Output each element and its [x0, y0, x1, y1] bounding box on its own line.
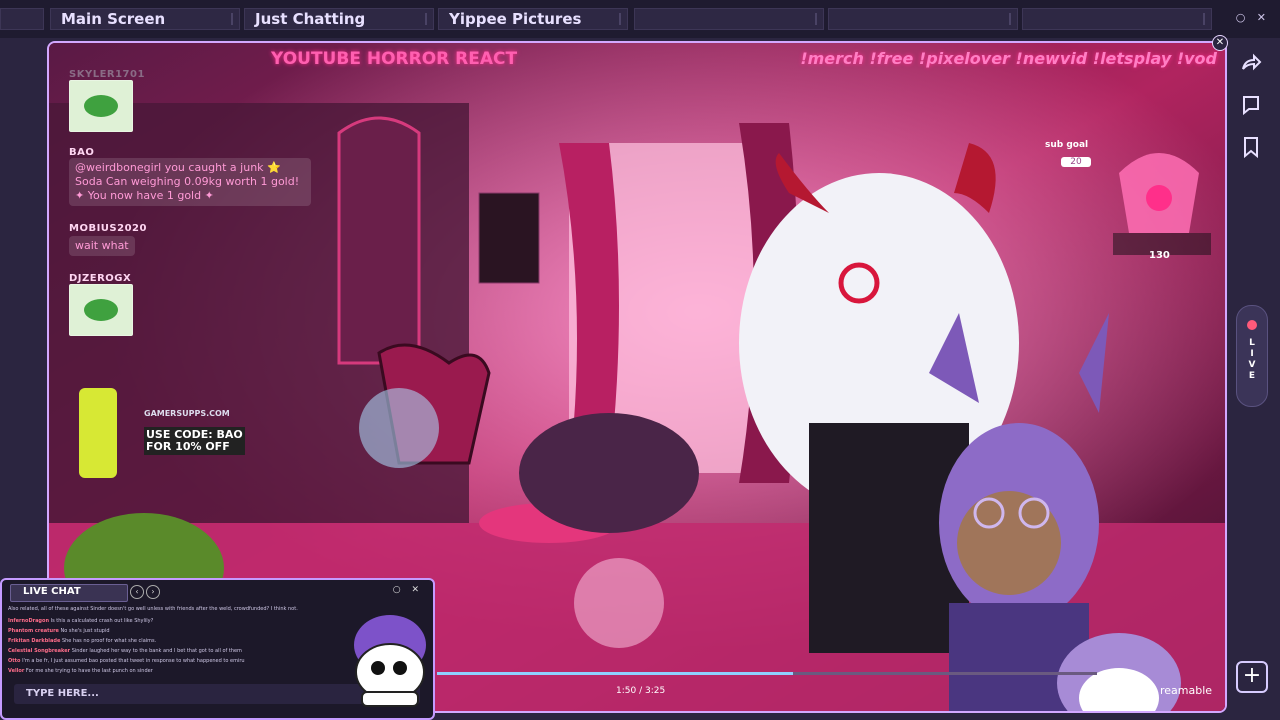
overlay-chat-item: DJZEROGX [69, 273, 133, 336]
sub-goal-value: 20 [1061, 157, 1091, 167]
tab-main-screen[interactable]: Main Screen [50, 8, 240, 30]
tab-yippee-pictures[interactable]: Yippee Pictures [438, 8, 628, 30]
stream-title: YOUTUBE HORROR REACT [271, 49, 518, 69]
tab-separator [619, 13, 621, 25]
chat-message: Frikitan Darkblade She has no proof for … [8, 638, 157, 644]
chat-message: Vellor For me she trying to have the las… [8, 668, 153, 674]
sponsor-promo: GAMERSUPPS.COM USE CODE: BAO FOR 10% OFF [69, 373, 249, 473]
tab-label: Main Screen [61, 10, 166, 28]
chat-message: @weirdbonegirl you caught a junk ⭐ Soda … [69, 158, 311, 206]
sponsor-brand: GAMERSUPPS.COM [144, 409, 230, 418]
tab-separator [231, 13, 233, 25]
tab-empty-5[interactable] [828, 8, 1018, 30]
tab-separator [425, 13, 427, 25]
tab-label: Just Chatting [255, 10, 366, 28]
chat-window-controls[interactable]: ○ ✕ [393, 585, 423, 595]
video-brand: reamable [1160, 684, 1213, 697]
frog-emote-icon [69, 284, 133, 336]
tab-empty-6[interactable] [1022, 8, 1212, 30]
overlay-chat-item: SKYLER1701 [69, 69, 145, 132]
video-progress-fill [437, 672, 794, 675]
chat-username: SKYLER1701 [69, 69, 145, 80]
live-label: LIVE [1248, 338, 1256, 381]
overlay-chat-item: MOBIUS2020 wait what [69, 223, 147, 256]
shell-counter: 130 [1149, 250, 1170, 261]
chat-username: MOBIUS2020 [69, 223, 147, 234]
mascot-icon [354, 615, 426, 707]
chat-message: wait what [69, 236, 135, 256]
tab-separator [1203, 13, 1205, 25]
promo-code: USE CODE: BAO FOR 10% OFF [144, 427, 245, 455]
chevron-right-icon[interactable]: › [146, 585, 160, 599]
live-dot-icon [1247, 320, 1257, 330]
tab-just-chatting[interactable]: Just Chatting [244, 8, 434, 30]
tab-separator [1009, 13, 1011, 25]
tab-empty-4[interactable] [634, 8, 824, 30]
chat-username: BAO [69, 147, 95, 158]
promo-offer-text: FOR 10% OFF [146, 440, 230, 453]
overlay-chat-item: BAO @weirdbonegirl you caught a junk ⭐ S… [69, 147, 311, 206]
top-tab-bar: Main Screen Just Chatting Yippee Picture… [0, 0, 1280, 38]
live-badge: LIVE [1236, 305, 1268, 407]
sub-goal-label: sub goal [1045, 140, 1089, 150]
chevron-left-icon[interactable]: ‹ [130, 585, 144, 599]
video-time: 1:50 / 3:25 [616, 686, 666, 696]
bookmark-icon[interactable] [1236, 132, 1266, 162]
chat-message: InfernoDragon Is this a calculated crash… [8, 618, 154, 624]
video-progress-bar[interactable] [437, 672, 1097, 675]
chat-username: DJZEROGX [69, 273, 132, 284]
bubble-icon[interactable] [1236, 90, 1266, 120]
window-controls[interactable]: ○ ✕ [1236, 11, 1270, 24]
chat-commands: !merch !free !pixelover !newvid !letspla… [800, 49, 1217, 68]
chat-message: Otto I'm a be fr, I just assumed bao pos… [8, 658, 245, 664]
live-chat-header: LIVE CHAT [10, 584, 128, 602]
chat-message: Phantom creature No she's just stupid [8, 628, 110, 634]
live-chat-title: LIVE CHAT [23, 586, 81, 597]
tab-label: Yippee Pictures [449, 10, 582, 28]
chat-message: Also related, all of these against Sinde… [8, 606, 298, 612]
tab-separator [815, 13, 817, 25]
add-icon[interactable]: + [1236, 661, 1268, 693]
live-chat-panel: LIVE CHAT ‹ › ○ ✕ Also related, all of t… [0, 578, 435, 720]
frog-emote-icon [69, 80, 133, 132]
share-icon[interactable] [1236, 48, 1266, 78]
close-icon[interactable]: ✕ [1212, 35, 1228, 51]
tab-empty-left[interactable] [0, 8, 44, 30]
chat-input-placeholder: TYPE HERE... [26, 688, 99, 699]
chat-message: Celestial Songbreaker Sinder laughed her… [8, 648, 242, 654]
